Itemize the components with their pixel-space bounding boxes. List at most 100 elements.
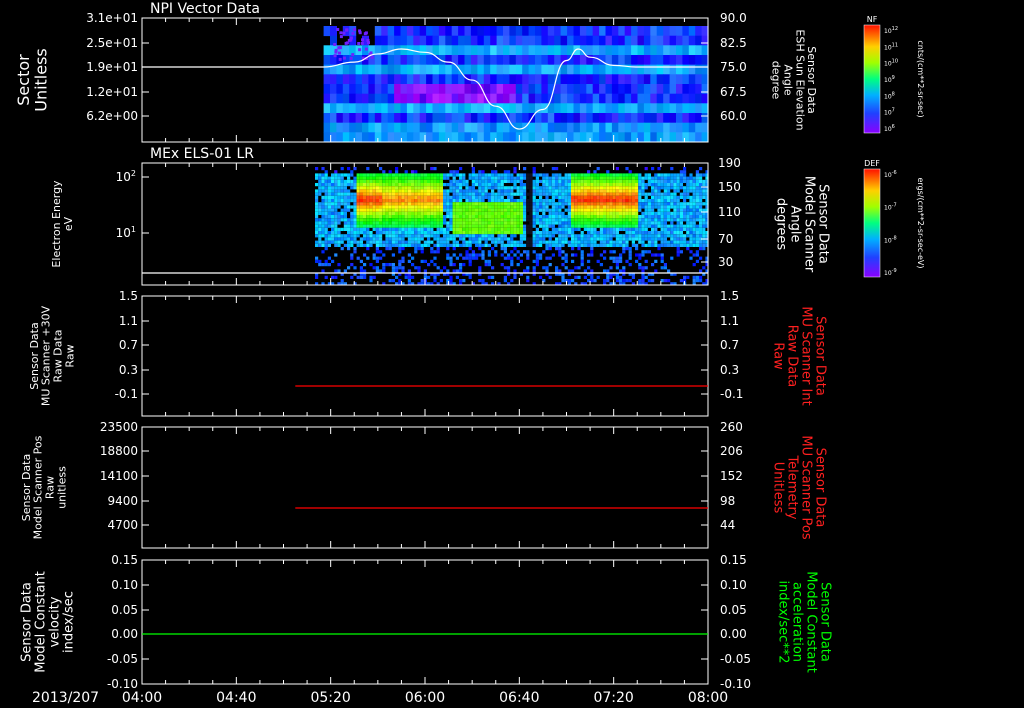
npi-cell (586, 26, 594, 37)
npi-cell (426, 103, 434, 114)
els-cell (414, 173, 418, 177)
els-cell (481, 192, 485, 196)
els-cell (481, 195, 485, 199)
els-cell (452, 221, 456, 225)
els-cell (343, 218, 347, 222)
els-cell (651, 179, 655, 183)
els-cell (446, 224, 450, 228)
els-cell (596, 202, 600, 206)
els-cell (603, 237, 607, 241)
els-cell (334, 234, 338, 238)
npi-cell (503, 122, 510, 133)
els-cell (404, 234, 408, 238)
els-cell (532, 173, 536, 177)
els-cell (593, 218, 597, 222)
els-cell (635, 202, 639, 206)
els-cell (427, 218, 431, 222)
els-cell (593, 279, 597, 283)
panel-5-frame (141, 559, 709, 685)
els-cell (590, 227, 594, 231)
els-cell (452, 269, 456, 273)
els-cell (388, 208, 392, 212)
els-cell (414, 170, 418, 174)
els-cell (692, 240, 696, 244)
els-cell (561, 234, 565, 238)
els-cell (375, 234, 379, 238)
npi-cell (413, 113, 421, 124)
els-cell (513, 179, 517, 183)
npi-cell (406, 35, 414, 46)
els-cell (452, 240, 456, 244)
els-cell (404, 173, 408, 177)
els-cell (423, 186, 427, 190)
npi-cell (400, 64, 408, 75)
els-cell (340, 173, 344, 177)
els-cell (615, 227, 619, 231)
els-cell (417, 179, 421, 183)
npi-cell (503, 55, 510, 66)
els-cell (391, 179, 395, 183)
els-cell (366, 224, 370, 228)
npi-cell (611, 132, 619, 143)
colorbar-tick-label: 1012 (884, 26, 898, 35)
els-cell (503, 234, 507, 238)
els-cell (382, 253, 386, 257)
els-cell (401, 256, 405, 260)
els-cell (484, 208, 488, 212)
els-cell (433, 275, 437, 279)
els-cell (657, 186, 661, 190)
npi-cell (586, 45, 594, 56)
y-axis-label-right: Sensor DataModel Constantaccelerationind… (775, 571, 832, 673)
els-cell (321, 179, 325, 183)
els-cell (359, 211, 363, 215)
els-cell (651, 199, 655, 203)
els-cell (347, 183, 351, 187)
els-cell (321, 250, 325, 254)
els-cell (529, 221, 533, 225)
els-cell (459, 167, 463, 171)
npi-cell (483, 55, 491, 66)
els-cell (417, 176, 421, 180)
els-cell (398, 240, 402, 244)
els-cell (548, 234, 552, 238)
els-cell (439, 202, 443, 206)
els-cell (500, 192, 504, 196)
y-tick-label-right: 260 (720, 420, 743, 434)
els-cell (359, 266, 363, 270)
npi-cell (336, 132, 344, 143)
els-cell (507, 243, 511, 247)
els-cell (692, 279, 696, 283)
npi-cell (355, 74, 363, 85)
els-cell (347, 199, 351, 203)
els-cell (683, 215, 687, 219)
els-cell (593, 224, 597, 228)
els-cell (651, 240, 655, 244)
npi-cell (451, 74, 459, 85)
npi-cell (387, 74, 395, 85)
els-cell (702, 234, 706, 238)
els-cell (375, 224, 379, 228)
els-cell (545, 240, 549, 244)
els-cell (590, 234, 594, 238)
els-cell (676, 247, 680, 251)
els-cell (539, 253, 543, 257)
date-label: 2013/207 (32, 690, 99, 706)
els-cell (420, 208, 424, 212)
els-cell (548, 208, 552, 212)
npi-cell (515, 35, 523, 46)
els-cell (356, 215, 360, 219)
npi-cell (464, 113, 472, 124)
els-cell (465, 221, 469, 225)
els-cell (404, 170, 408, 174)
els-cell (612, 243, 616, 247)
npi-cell (336, 64, 344, 75)
colorbar-tick-exp: -6 (892, 170, 897, 176)
els-cell (619, 253, 623, 257)
els-cell (404, 183, 408, 187)
els-cell (523, 199, 527, 203)
els-cell (574, 176, 578, 180)
y-axis-label-line: index/sec (62, 591, 77, 653)
npi-cell (323, 45, 331, 56)
els-cell (395, 224, 399, 228)
els-cell (596, 176, 600, 180)
